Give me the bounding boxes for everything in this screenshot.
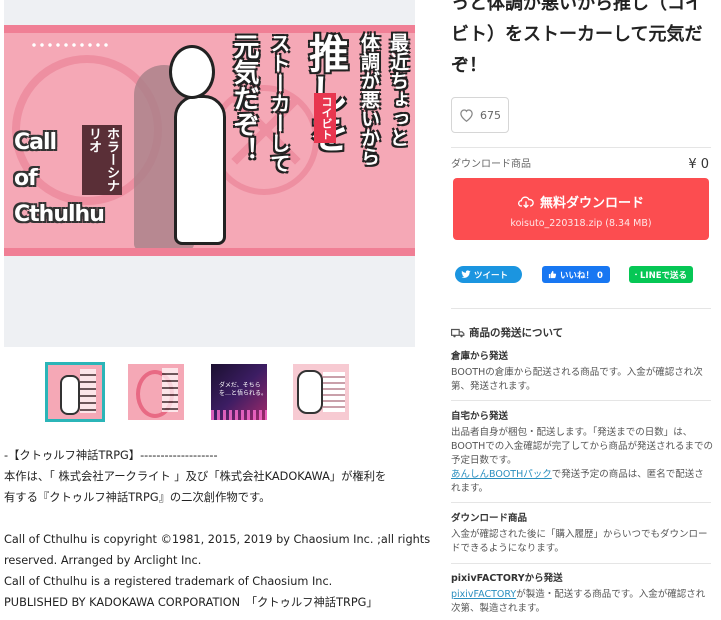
shipping-title: 自宅から発送 [451, 411, 509, 422]
shipping-pixivfactory: pixivFACTORYから発送 pixivFACTORYが製造・配送する商品で… [451, 572, 713, 616]
description-line: 有する『クトゥルフ神話TRPG』の二次創作物です。 [4, 491, 271, 504]
product-title: っと体調が悪いから推し（コイビト）をストーカーして元気だぞ！ [451, 0, 703, 76]
thumbnail-2[interactable] [128, 364, 184, 420]
line-share-button[interactable]: LINEで送る [629, 266, 693, 283]
description-line: -【クトゥルフ神話TRPG】------------------- [4, 449, 218, 462]
shipping-link-line: あんしんBOOTHパックで発送予定の商品は、匿名で配送されます。 [451, 468, 713, 496]
cover-dots [30, 42, 110, 48]
thumbnail-strip: ダメだ、そちらを…と悟られる。 [0, 362, 415, 426]
thumbnail-image [48, 365, 102, 419]
description-line: reserved. Arranged by Arclight Inc. [4, 554, 202, 567]
description-line: Call of Cthulhu is a registered trademar… [4, 575, 333, 588]
shipping-heading-label: 商品の発送について [469, 327, 564, 339]
shipping-download: ダウンロード商品 入金が確認された後に「購入履歴」からいつでもダウンロードできる… [451, 512, 713, 556]
thumbs-up-icon [548, 270, 557, 279]
product-description: -【クトゥルフ神話TRPG】------------------- 本作は、「 … [4, 445, 431, 620]
thumbnail-image: ダメだ、そちらを…と悟られる。 [211, 364, 267, 420]
main-image-viewer[interactable]: Call of Cthulhu ホラーシナリオ 最近ちょっと 体調が悪いから 推… [4, 0, 415, 347]
description-line: ----------------------------------------… [4, 613, 414, 620]
description-line: 本作は、「 株式会社アークライト 」及び「株式会社KADOKAWA」が権利を [4, 470, 387, 483]
like-count: 675 [480, 108, 501, 122]
line-chat-icon [635, 273, 637, 276]
divider [451, 563, 711, 564]
divider [451, 308, 711, 309]
shipping-link-line: pixivFACTORYが製造・配送する商品です。入金が確認され次第、製造されま… [451, 588, 713, 616]
line-label: LINEで送る [640, 270, 687, 281]
download-label: 無料ダウンロード [539, 196, 644, 211]
shipping-body: BOOTHの倉庫から配送される商品です。入金が確認され次第、発送されます。 [451, 367, 703, 392]
cover-title-col: 体調が悪いから [358, 33, 380, 166]
shipping-title: ダウンロード商品 [451, 513, 528, 524]
cover-title-col: ストーカーして [267, 33, 291, 173]
cover-horror-tag: ホラーシナリオ [82, 125, 122, 195]
tweet-label: ツイート [474, 270, 509, 281]
twitter-bird-icon [461, 270, 471, 278]
description-gap [4, 508, 414, 529]
facebook-like-button[interactable]: いいね！ 0 [542, 266, 610, 283]
pixivfactory-link[interactable]: pixivFACTORY [451, 589, 516, 600]
thumbnail-caption: ダメだ、そちらを…と悟られる。 [219, 382, 267, 397]
cover-figure-head [169, 45, 215, 99]
like-button[interactable]: 675 [451, 97, 509, 133]
shipping-warehouse: 倉庫から発送 BOOTHの倉庫から配送される商品です。入金が確認され次第、発送さ… [451, 350, 713, 394]
shipping-title: 倉庫から発送 [451, 351, 509, 362]
product-sidebar: っと体調が悪いから推し（コイビト）をストーカーして元気だぞ！ 675 ダウンロー… [451, 0, 721, 620]
free-download-button[interactable]: 無料ダウンロード koisuto_220318.zip (8.34 MB) [453, 178, 709, 240]
cover-image[interactable]: Call of Cthulhu ホラーシナリオ 最近ちょっと 体調が悪いから 推… [4, 25, 415, 256]
price-row: ダウンロード商品 ¥ 0 [451, 155, 709, 177]
divider [451, 502, 711, 503]
cover-koibito-tag: コイビト [314, 93, 336, 143]
cover-stripe-bottom [4, 248, 415, 256]
share-buttons: ツイート いいね！ 0 LINEで送る [453, 266, 711, 284]
cover-title-col: 元気だぞ！ [229, 33, 259, 163]
thumbnail-1[interactable] [45, 362, 105, 422]
divider [451, 147, 711, 148]
cover-figure-body [174, 95, 226, 245]
truck-icon [451, 328, 465, 337]
cover-title-col: 最近ちょっと [387, 33, 409, 147]
description-line: PUBLISHED BY KADOKAWA CORPORATION 「クトゥルフ… [4, 596, 378, 609]
shipping-self: 自宅から発送 出品者自身が梱包・配送します。「発送までの日数」は、BOOTHでの… [451, 410, 713, 496]
file-info: koisuto_220318.zip (8.34 MB) [510, 218, 652, 229]
cloud-download-icon [518, 196, 534, 208]
heart-icon [460, 109, 473, 122]
thumbnail-image [293, 364, 349, 420]
shipping-heading: 商品の発送について [451, 325, 563, 340]
cover-stripe-top [4, 25, 415, 33]
thumbnail-image [128, 364, 184, 420]
download-button-main: 無料ダウンロード [453, 192, 709, 211]
price: ¥ 0 [688, 157, 709, 172]
description-line: Call of Cthulhu is copyright ©1981, 2015… [4, 533, 431, 546]
shipping-body: 出品者自身が梱包・配送します。「発送までの日数」は、BOOTHでの入金確認が完了… [451, 427, 713, 466]
facebook-label: いいね！ 0 [560, 270, 603, 281]
shipping-body: 入金が確認された後に「購入履歴」からいつでもダウンロードできるようになります。 [451, 529, 708, 554]
tweet-button[interactable]: ツイート [455, 266, 522, 283]
shipping-title: pixivFACTORYから発送 [451, 573, 563, 584]
cover-brand-line: Cthulhu [14, 202, 105, 227]
anshin-booth-pack-link[interactable]: あんしんBOOTHパック [451, 469, 552, 480]
thumbnail-4[interactable] [293, 364, 349, 420]
thumbnail-3[interactable]: ダメだ、そちらを…と悟られる。 [211, 364, 267, 420]
category-label: ダウンロード商品 [451, 159, 531, 170]
divider [451, 400, 711, 401]
